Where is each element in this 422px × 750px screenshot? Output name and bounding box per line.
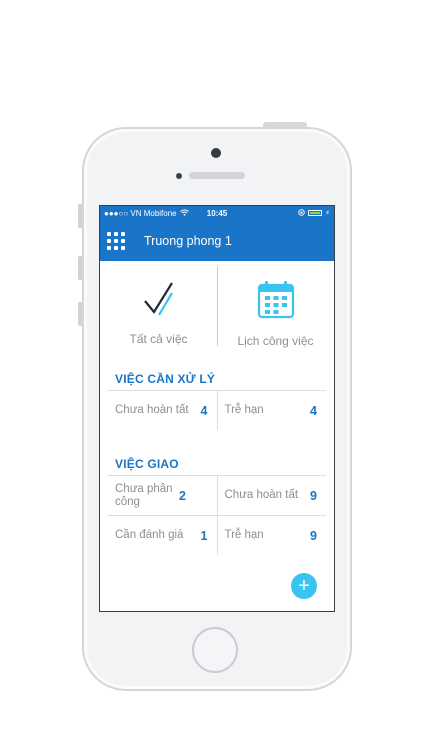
header-title: Truong phong 1 xyxy=(144,233,232,248)
shortcut-tiles: Tất cả việc Lịch công việc xyxy=(100,261,334,356)
app-header: Truong phong 1 xyxy=(100,220,334,261)
stat-label: Chưa hoàn tất xyxy=(224,489,299,501)
section-title-can-xu-ly: VIỆC CẦN XỬ LÝ xyxy=(115,372,216,386)
stat-count: 1 xyxy=(200,528,208,543)
tile-calendar[interactable]: Lịch công việc xyxy=(217,261,334,356)
app-menu-grid-icon[interactable] xyxy=(107,231,125,250)
stat-chua-hoan-tat[interactable]: Chưa hoàn tất 4 xyxy=(108,391,217,430)
stat-label: Trễ hạn xyxy=(224,529,264,541)
stat-count: 4 xyxy=(200,403,208,418)
tile-all-tasks[interactable]: Tất cả việc xyxy=(100,261,217,356)
front-camera xyxy=(211,148,221,158)
battery-icon xyxy=(308,210,323,216)
section-title-giao: VIỆC GIAO xyxy=(115,457,179,471)
stat-can-danh-gia[interactable]: Cần đánh giá 1 xyxy=(108,516,217,555)
stat-label: Cần đánh giá xyxy=(115,529,184,541)
status-bar: ●●●○○ VN Mobifone 10:45 ⚡ xyxy=(100,206,334,220)
stat-count: 4 xyxy=(310,403,317,418)
tile-all-tasks-label: Tất cả việc xyxy=(129,332,188,346)
stats-row: Cần đánh giá 1 Trễ hạn 9 xyxy=(108,516,326,555)
tile-calendar-label: Lịch công việc xyxy=(237,334,314,348)
calendar-icon xyxy=(255,279,297,326)
stat-tre-han[interactable]: Trễ hạn 4 xyxy=(216,391,327,430)
stat-giao-chua-hoan-tat[interactable]: Chưa hoàn tất 9 xyxy=(216,476,327,515)
stat-count: 2 xyxy=(179,488,186,503)
wifi-icon xyxy=(179,208,189,218)
stat-label: Trễ hạn xyxy=(224,404,264,416)
proximity-sensor xyxy=(176,173,182,179)
stat-giao-tre-han[interactable]: Trễ hạn 9 xyxy=(216,516,327,555)
carrier-label: ●●●○○ VN Mobifone xyxy=(104,208,177,218)
tile-divider xyxy=(217,266,218,346)
charging-icon: ⚡ xyxy=(325,210,330,217)
home-button[interactable] xyxy=(192,627,238,673)
orientation-lock-icon xyxy=(298,208,305,218)
stats-row: Chưa hoàn tất 4 Trễ hạn 4 xyxy=(108,391,326,430)
earpiece-speaker xyxy=(189,172,245,179)
stat-label: Chưa hoàn tất xyxy=(115,404,189,416)
stats-giao: Chưa phân công 2 Chưa hoàn tất 9 Cần đán… xyxy=(108,475,326,555)
stats-row: Chưa phân công 2 Chưa hoàn tất 9 xyxy=(108,476,326,516)
add-task-button[interactable]: + xyxy=(291,573,317,599)
stat-chua-phan-cong[interactable]: Chưa phân công 2 xyxy=(108,476,217,515)
stat-count: 9 xyxy=(310,528,317,543)
stat-count: 9 xyxy=(310,488,317,503)
checkmark-icon xyxy=(139,279,179,324)
app-screen: ●●●○○ VN Mobifone 10:45 ⚡ Truong phong 1 xyxy=(99,205,335,612)
stat-label: Chưa phân công xyxy=(115,482,173,508)
stats-can-xu-ly: Chưa hoàn tất 4 Trễ hạn 4 xyxy=(108,390,326,430)
